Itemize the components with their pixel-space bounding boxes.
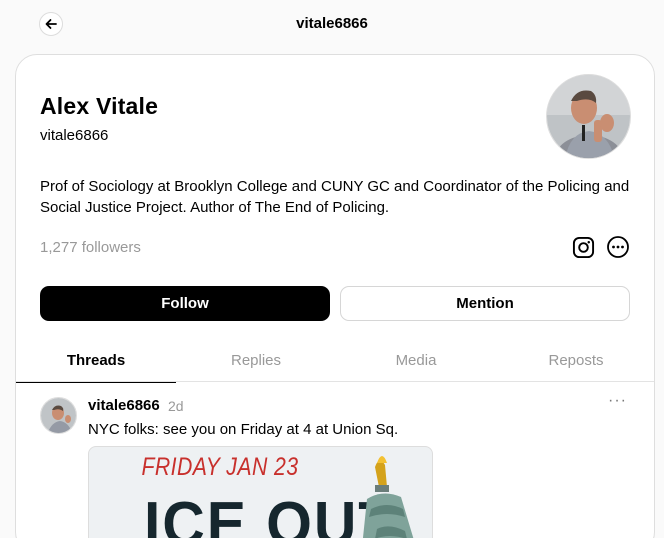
post-image-date: FRIDAY JAN 23 bbox=[141, 453, 299, 481]
tab-media[interactable]: Media bbox=[336, 338, 496, 382]
top-bar: vitale6866 bbox=[0, 0, 664, 48]
tab-threads[interactable]: Threads bbox=[16, 338, 176, 383]
profile-handle: vitale6866 bbox=[40, 127, 109, 144]
follow-button[interactable]: Follow bbox=[40, 286, 330, 321]
more-options-icon bbox=[607, 236, 629, 258]
profile-avatar[interactable] bbox=[546, 74, 631, 159]
post-more-button[interactable]: ··· bbox=[608, 392, 627, 410]
profile-tabs: Threads Replies Media Reposts bbox=[16, 338, 654, 383]
post-username[interactable]: vitale6866 bbox=[88, 397, 160, 414]
page-title: vitale6866 bbox=[296, 15, 368, 32]
profile-name: Alex Vitale bbox=[40, 93, 159, 119]
tab-replies[interactable]: Replies bbox=[176, 338, 336, 382]
statue-of-liberty-image bbox=[362, 456, 414, 538]
instagram-icon bbox=[572, 236, 594, 258]
post-timestamp[interactable]: 2d bbox=[168, 398, 184, 414]
profile-card: Alex Vitale vitale6866 Prof of Sociology… bbox=[15, 54, 655, 538]
profile-bio: Prof of Sociology at Brooklyn College an… bbox=[40, 178, 630, 216]
tab-reposts[interactable]: Reposts bbox=[496, 338, 654, 382]
instagram-link[interactable] bbox=[570, 234, 596, 260]
followers-count[interactable]: 1,277 followers bbox=[40, 239, 141, 256]
post-text: NYC folks: see you on Friday at 4 at Uni… bbox=[88, 421, 399, 438]
post-image[interactable]: FRIDAY JAN 23 ICE OUT bbox=[88, 446, 433, 538]
post-avatar[interactable] bbox=[40, 397, 77, 434]
mention-button[interactable]: Mention bbox=[340, 286, 630, 321]
more-options-button[interactable] bbox=[605, 234, 631, 260]
